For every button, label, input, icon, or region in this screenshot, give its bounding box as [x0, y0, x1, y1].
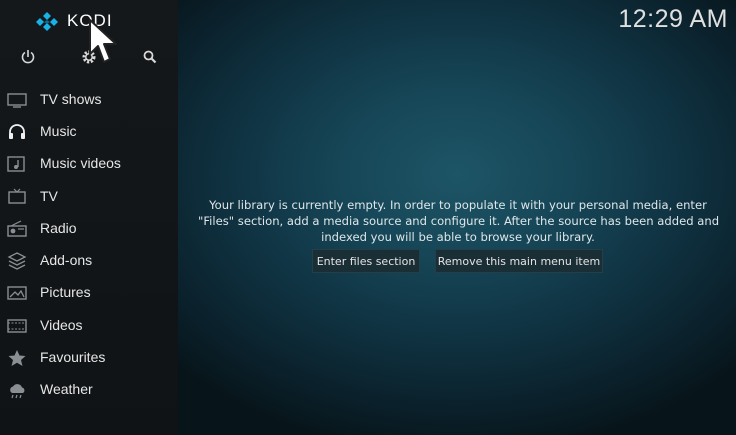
- search-icon[interactable]: [140, 47, 160, 67]
- addons-icon: [7, 252, 27, 270]
- tv-shows-icon: [7, 91, 27, 109]
- power-icon[interactable]: [18, 47, 38, 67]
- sidebar-item-addons[interactable]: Add-ons: [0, 245, 178, 277]
- star-icon: [7, 349, 27, 367]
- main-panel: Your library is currently empty. In orde…: [178, 0, 736, 435]
- film-icon: [7, 317, 27, 335]
- mouse-pointer-icon: [88, 18, 122, 66]
- sidebar-item-label: Music: [40, 123, 77, 139]
- sidebar-item-label: Weather: [40, 381, 93, 397]
- sidebar-item-label: TV shows: [40, 91, 102, 107]
- sidebar-item-label: Pictures: [40, 284, 91, 300]
- clock: 12:29 AM: [618, 5, 728, 33]
- sidebar-item-label: Videos: [40, 317, 83, 333]
- radio-icon: [7, 220, 27, 238]
- headphones-icon: [7, 123, 27, 141]
- sidebar-item-tv-shows[interactable]: TV shows: [0, 84, 178, 116]
- sidebar-item-label: TV: [40, 188, 58, 204]
- sidebar-item-tv[interactable]: TV: [0, 181, 178, 213]
- music-video-icon: [7, 155, 27, 173]
- message-line: "Files" section, add a media source and …: [198, 214, 720, 228]
- sidebar-item-pictures[interactable]: Pictures: [0, 277, 178, 309]
- pictures-icon: [7, 284, 27, 302]
- sidebar-item-label: Add-ons: [40, 252, 93, 268]
- kodi-logo-icon: [36, 12, 58, 31]
- sidebar-item-label: Music videos: [40, 155, 121, 171]
- remove-menu-item-button[interactable]: Remove this main menu item: [435, 249, 603, 273]
- sidebar-item-weather[interactable]: Weather: [0, 374, 178, 406]
- message-line: indexed you will be able to browse your …: [321, 230, 595, 244]
- sidebar-item-radio[interactable]: Radio: [0, 213, 178, 245]
- sidebar-item-label: Favourites: [40, 349, 106, 365]
- sidebar-item-favourites[interactable]: Favourites: [0, 342, 178, 374]
- sidebar-item-music[interactable]: Music: [0, 116, 178, 148]
- empty-library-message: Your library is currently empty. In orde…: [198, 197, 720, 245]
- message-line: Your library is currently empty. In orde…: [209, 198, 707, 212]
- sidebar-item-label: Radio: [40, 220, 77, 236]
- weather-icon: [7, 381, 27, 399]
- tv-icon: [7, 188, 27, 206]
- sidebar-item-music-videos[interactable]: Music videos: [0, 148, 178, 180]
- enter-files-button[interactable]: Enter files section: [312, 249, 420, 273]
- sidebar-item-videos[interactable]: Videos: [0, 310, 178, 342]
